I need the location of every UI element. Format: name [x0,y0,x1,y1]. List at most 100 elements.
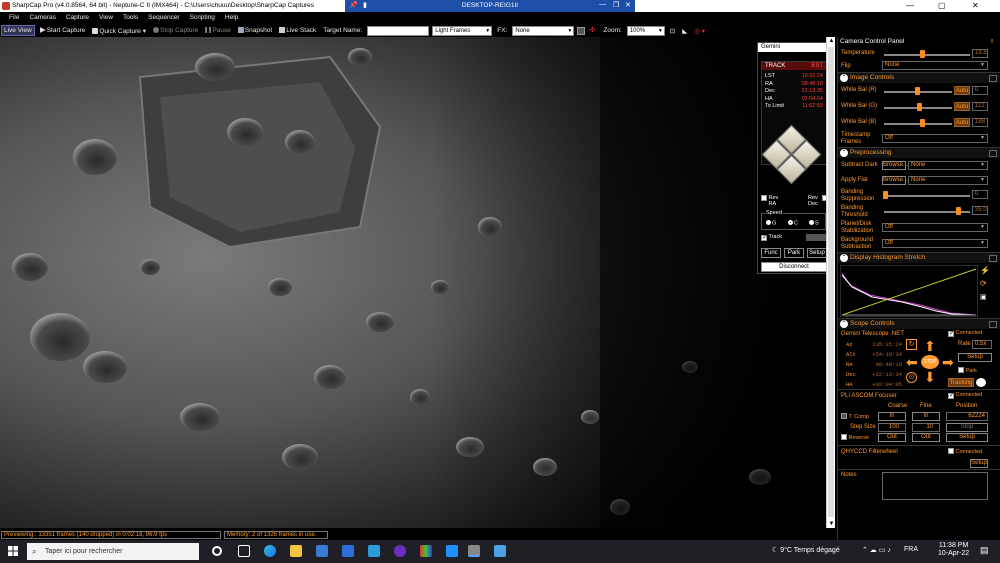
timestamp-select[interactable]: Off ▼ [882,134,988,143]
brightness-icon[interactable]: ◣ [680,26,689,36]
taskbar-search[interactable]: ⌕ Taper ici pour rechercher [27,543,199,560]
slew-icon[interactable]: ↻ [906,339,917,350]
zoom-select[interactable]: 100% ▼ [626,25,665,36]
sharpcap-taskbar-icon[interactable] [468,545,480,557]
speed-c[interactable]: C [788,220,798,227]
rate-select[interactable]: 0.5x [972,340,992,349]
rdp-minimize-icon[interactable]: — [599,1,606,8]
wb-b-knob[interactable] [920,119,925,127]
maximize-icon[interactable]: ▢ [938,1,946,10]
file-explorer-icon[interactable] [290,545,302,557]
rdp-restore-icon[interactable]: ❐ [613,1,619,9]
east-arrow-icon[interactable]: ➡ [942,355,954,369]
scope-connected-toggle[interactable]: Connected [948,330,982,337]
filterwheel-connected-toggle[interactable]: Connected [948,448,982,455]
tracking-button[interactable]: Tracking [948,378,974,387]
tray-icons[interactable]: ⌃ ☁ ▭ ♪ [862,546,891,554]
banding-supp-knob[interactable] [883,191,888,199]
menu-tools[interactable]: Tools [118,12,143,24]
focuser-connected-toggle[interactable]: Connected [948,392,982,399]
reverse-toggle[interactable]: Reverse [841,434,869,441]
park-toggle[interactable]: Park [958,367,977,374]
grid-icon[interactable] [577,26,586,35]
stretch-icon[interactable]: ⚡ [980,266,990,275]
target-name-input[interactable] [367,25,430,36]
target-icon[interactable]: ◎ ▾ [692,26,707,36]
start-capture-button[interactable]: Start Capture [38,26,88,35]
func-button[interactable]: Func [761,248,781,258]
crosshair-icon[interactable]: ✣ [589,27,597,35]
cortana-icon[interactable] [212,546,222,556]
remote-app-icon[interactable] [446,545,458,557]
temperature-slider[interactable] [884,54,970,56]
menu-view[interactable]: View [94,12,118,24]
language-indicator[interactable]: FRA [904,546,918,553]
tcomp-toggle[interactable]: T. Comp [841,413,869,420]
setup-button[interactable]: Setup [807,248,826,258]
quick-capture-button[interactable]: Quick Capture ▾ [90,26,148,36]
wb-b-auto-button[interactable]: Auto [954,118,970,127]
pause-button[interactable]: Pause [203,26,232,35]
scroll-down-icon[interactable]: ▼ [827,521,836,527]
notifications-icon[interactable]: ▤ [980,545,989,556]
zoom-fit-icon[interactable]: ⊡ [668,26,677,36]
image-controls-header[interactable]: ⌃ Image Controls [838,72,1000,83]
coarse-in-button[interactable]: In [878,412,906,421]
track-checkbox[interactable] [761,235,767,241]
flip-select[interactable]: None ▼ [882,61,988,70]
menu-file[interactable]: File [4,12,24,24]
notes-textarea[interactable] [882,472,988,500]
scroll-up-icon[interactable]: ▲ [827,38,836,44]
subtract-dark-browse-button[interactable]: Browse... [882,161,908,170]
speed-g[interactable]: G [766,220,776,227]
minimize-icon[interactable]: — [906,1,914,10]
bg-sub-select[interactable]: Off ▼ [882,239,988,248]
camera-preview[interactable]: Gemini TRACK EST LST 10:52:24 RA 08:48:18 … [0,37,826,528]
fine-out-button[interactable]: Out [912,433,940,442]
live-view-button[interactable]: Live View [1,25,35,36]
live-stack-button[interactable]: Live Stack [277,26,318,35]
rdp-close-icon[interactable]: ✕ [625,1,631,9]
apply-flat-select[interactable]: None ▼ [908,176,988,185]
pin-panel-icon[interactable]: ᵍ [991,39,993,45]
clock[interactable]: 11:38 PM 10-Apr-22 [938,542,969,558]
viewport-scrollbar[interactable]: ▲ ▼ [826,37,835,528]
goto-target-icon[interactable]: ⊙ [906,372,917,383]
focuser-setup-button[interactable]: Setup [946,433,988,442]
menu-sequencer[interactable]: Sequencer [143,12,184,24]
wb-g-auto-button[interactable]: Auto [954,102,970,111]
banding-supp-slider[interactable] [884,195,970,197]
fx-select[interactable]: None ▼ [512,25,575,36]
histogram-chart[interactable] [840,265,978,317]
mail-icon[interactable] [342,545,354,557]
remote-desktop-icon[interactable] [494,545,506,557]
track-toggle[interactable]: Track [761,234,782,241]
close-icon[interactable]: ✕ [972,1,979,10]
banding-thr-knob[interactable] [956,207,961,215]
coarse-out-button[interactable]: Out [878,433,906,442]
menu-capture[interactable]: Capture [61,12,94,24]
menu-help[interactable]: Help [220,12,243,24]
snapshot-button[interactable]: Snapshot [236,26,274,35]
south-arrow-icon[interactable]: ⬇ [924,370,936,384]
rev-dec-toggle[interactable]: Rev Dec [808,195,826,207]
menu-scripting[interactable]: Scripting [185,12,220,24]
stellarium-icon[interactable] [394,545,406,557]
speed-s[interactable]: S [809,220,819,227]
wb-r-auto-button[interactable]: Auto [954,86,970,95]
west-arrow-icon[interactable]: ⬅ [906,355,918,369]
wb-b-slider[interactable] [884,123,952,125]
disconnect-button[interactable]: Disconnect [761,262,826,272]
histogram-header[interactable]: ⌃ Display Histogram Stretch [838,252,1000,263]
task-view-icon[interactable] [238,545,250,557]
edge-icon[interactable] [264,545,276,557]
menu-cameras[interactable]: Cameras [24,12,60,24]
park-button[interactable]: Park [784,248,804,258]
weather-widget[interactable]: ☾ 9°C Temps dégagé [772,546,840,554]
coarse-step-input[interactable]: 100 [878,423,906,432]
rev-ra-checkbox[interactable] [761,195,767,201]
stop-button[interactable]: STOP [921,355,939,369]
stop-capture-button[interactable]: Stop Capture [151,26,200,35]
scope-controls-header[interactable]: ⌃ Scope Controls [838,318,1000,329]
photos-icon[interactable] [368,545,380,557]
